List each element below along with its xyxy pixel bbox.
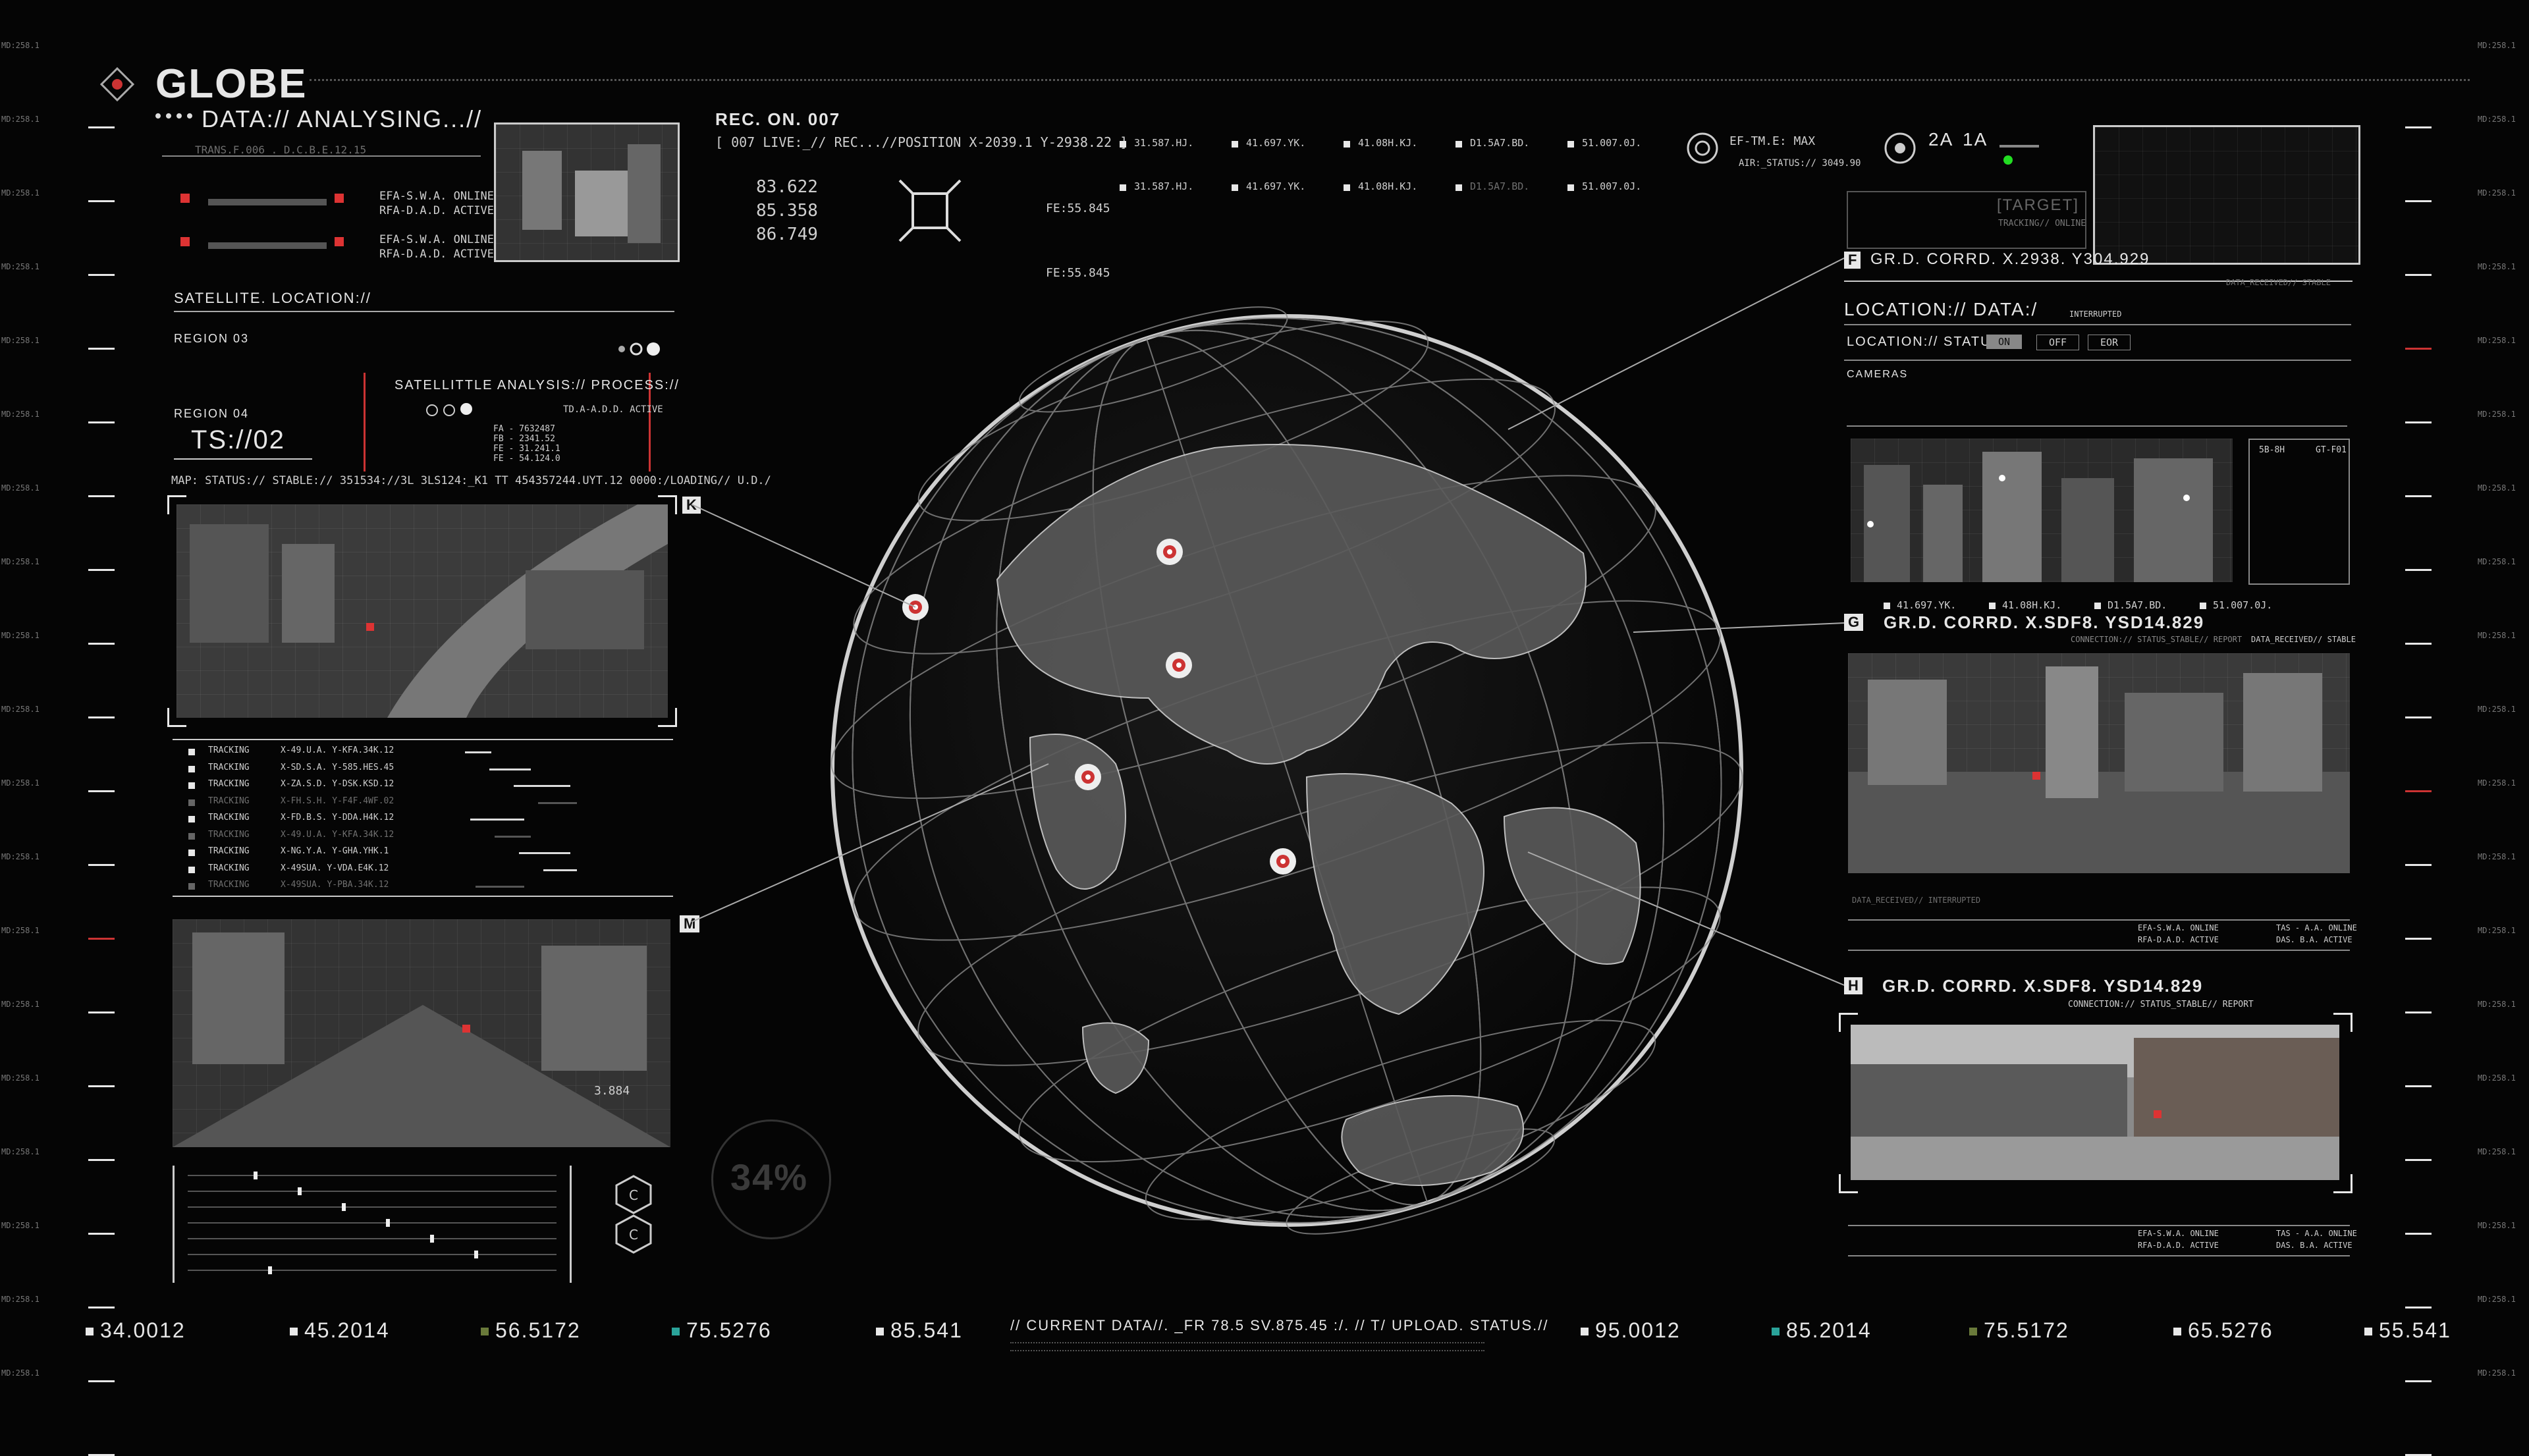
location-status-panel: LOCATION:// STATUS... ON OFF EOR [1844,324,2351,361]
status-row-h: EFA-S.W.A. ONLINE RFA-D.A.D. ACTIVE TAS … [1848,1225,2357,1256]
tracking-online: TRACKING// ONLINE [1998,219,2086,229]
percent-gauge: 34% [711,1119,831,1239]
mid-value: 51.007.0J. [2213,599,2273,611]
status-h-4: DAS. B.A. ACTIVE [2276,1241,2352,1250]
corr-h: GR.D. CORRD. X.SDF8. YSD14.829 [1882,976,2204,996]
target-label: [TARGET] [1997,196,2079,214]
mid-value: 41.08H.KJ. [2002,599,2062,611]
city-feed-top[interactable] [1851,439,2233,582]
target-panel: [TARGET] TRACKING// ONLINE [1847,191,2086,249]
cameras-bars [1847,386,2347,427]
data-received-interrupted: DATA_RECEIVED// INTERRUPTED [1852,896,1981,905]
value-bullet-icon [1884,603,1890,609]
footer-bullet-icon [481,1328,489,1335]
panel-code-2: GT-F01 [2316,445,2347,455]
label-f: F [1844,252,1861,269]
label-g: G [1844,614,1864,631]
footer-value: 65.5276 [2188,1318,2273,1342]
footer-bullet-icon [2173,1328,2181,1335]
cameras-label: CAMERAS [1847,369,1909,380]
mid-value: D1.5A7.BD. [2108,599,2167,611]
corr-f: GR.D. CORRD. X.2938. Y304.929 [1870,250,2150,268]
footer-value: 45.2014 [304,1318,390,1342]
value-bullet-icon [1989,603,1996,609]
connection-h: CONNECTION:// STATUS_STABLE// REPORT [2068,1000,2254,1010]
footer-value: 56.5172 [495,1318,581,1342]
location-data-label: LOCATION:// DATA:/ [1844,299,2038,319]
corr-g: GR.D. CORRD. X.SDF8. YSD14.829 [1884,612,2205,632]
mid-value: 41.697.YK. [1897,599,1957,611]
footer-bullet-icon [1969,1328,1977,1335]
status-row-g: EFA-S.W.A. ONLINE RFA-D.A.D. ACTIVE TAS … [1848,919,2357,951]
footer-value: 34.0012 [100,1318,186,1342]
city-feed-g[interactable] [1848,653,2350,873]
status-h-2: RFA-D.A.D. ACTIVE [2138,1241,2219,1250]
status-g-2: RFA-D.A.D. ACTIVE [2138,935,2219,944]
footer-value: 85.2014 [1786,1318,1872,1342]
footer-bullet-icon [1581,1328,1589,1335]
off-button[interactable]: OFF [2036,335,2080,350]
connection-g: CONNECTION:// STATUS_STABLE// REPORT [2071,635,2243,644]
footer-value: 95.0012 [1595,1318,1681,1342]
on-button[interactable]: ON [1986,335,2023,349]
status-h-1: EFA-S.W.A. ONLINE [2138,1229,2219,1238]
label-h: H [1844,977,1863,994]
footer-bullet-icon [86,1328,94,1335]
footer-bullet-icon [290,1328,298,1335]
value-bullet-icon [2094,603,2101,609]
status-g-3: TAS - A.A. ONLINE [2276,923,2357,932]
interrupted-label: INTERRUPTED [2069,310,2122,319]
eor-button[interactable]: EOR [2088,335,2131,350]
footer-value: 75.5276 [686,1318,772,1342]
data-received-stable-1: DATA_RECEIVED// STABLE [2226,278,2331,287]
status-g-4: DAS. B.A. ACTIVE [2276,935,2352,944]
footer-bullet-icon [2364,1328,2372,1335]
footer-value: 55.541 [2379,1318,2451,1342]
footer-value: 85.541 [890,1318,963,1342]
status-h-3: TAS - A.A. ONLINE [2276,1229,2357,1238]
percent-value: 34% [730,1156,809,1198]
footer-bullet-icon [1772,1328,1780,1335]
footer-bullet-icon [672,1328,680,1335]
value-bullet-icon [2200,603,2206,609]
panel-code-1: 5B-8H [2259,445,2285,455]
status-g-1: EFA-S.W.A. ONLINE [2138,923,2219,932]
side-panel-small: 5B-8H GT-F01 [2248,439,2350,585]
footer-bullet-icon [876,1328,884,1335]
current-data-line: // CURRENT DATA//. _FR 78.5 SV.875.45 :/… [1010,1317,1549,1334]
data-received-stable-2: DATA_RECEIVED// STABLE [2251,635,2356,644]
footer-value: 75.5172 [1984,1318,2069,1342]
